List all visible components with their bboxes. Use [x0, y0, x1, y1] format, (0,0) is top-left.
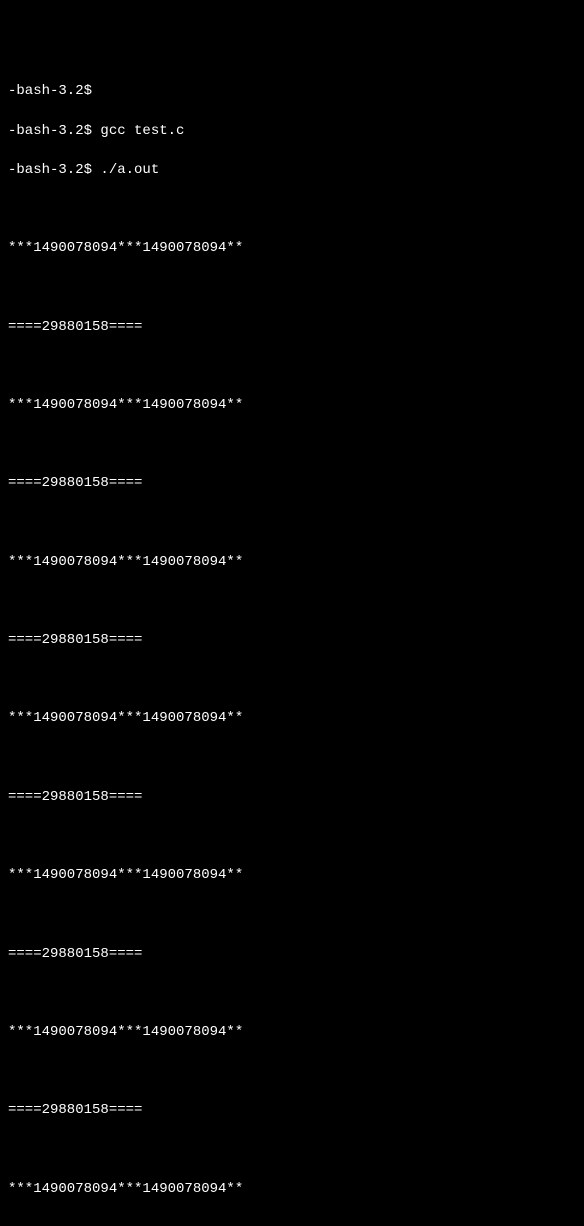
blank-line — [8, 749, 576, 769]
blank-line — [8, 670, 576, 690]
output-line-b: ====29880158==== — [8, 945, 576, 965]
prompt: -bash-3.2$ — [8, 162, 92, 178]
blank-line — [8, 592, 576, 612]
prompt-line-compile: -bash-3.2$ gcc test.c — [8, 122, 576, 142]
output-line-b: ====29880158==== — [8, 631, 576, 651]
blank-line — [8, 984, 576, 1004]
command-compile: gcc test.c — [100, 123, 184, 139]
output-line-a: ***1490078094***1490078094** — [8, 239, 576, 259]
output-line-a: ***1490078094***1490078094** — [8, 1180, 576, 1200]
blank-line — [8, 513, 576, 533]
output-line-a: ***1490078094***1490078094** — [8, 709, 576, 729]
blank-line — [8, 1219, 576, 1226]
blank-line — [8, 357, 576, 377]
blank-line — [8, 278, 576, 298]
blank-line — [8, 905, 576, 925]
output-line-a: ***1490078094***1490078094** — [8, 553, 576, 573]
blank-line — [8, 827, 576, 847]
blank-line — [8, 1062, 576, 1082]
output-line-b: ====29880158==== — [8, 474, 576, 494]
prompt-line-empty: -bash-3.2$ — [8, 82, 576, 102]
prompt: -bash-3.2$ — [8, 123, 92, 139]
output-line-b: ====29880158==== — [8, 1101, 576, 1121]
output-line-b: ====29880158==== — [8, 318, 576, 338]
prompt-line-run: -bash-3.2$ ./a.out — [8, 161, 576, 181]
blank-line — [8, 435, 576, 455]
command-run: ./a.out — [100, 162, 159, 178]
prompt: -bash-3.2$ — [8, 83, 92, 99]
output-line-b: ====29880158==== — [8, 788, 576, 808]
output-line-a: ***1490078094***1490078094** — [8, 396, 576, 416]
blank-line — [8, 1140, 576, 1160]
output-line-a: ***1490078094***1490078094** — [8, 866, 576, 886]
blank-line — [8, 200, 576, 220]
output-line-a: ***1490078094***1490078094** — [8, 1023, 576, 1043]
